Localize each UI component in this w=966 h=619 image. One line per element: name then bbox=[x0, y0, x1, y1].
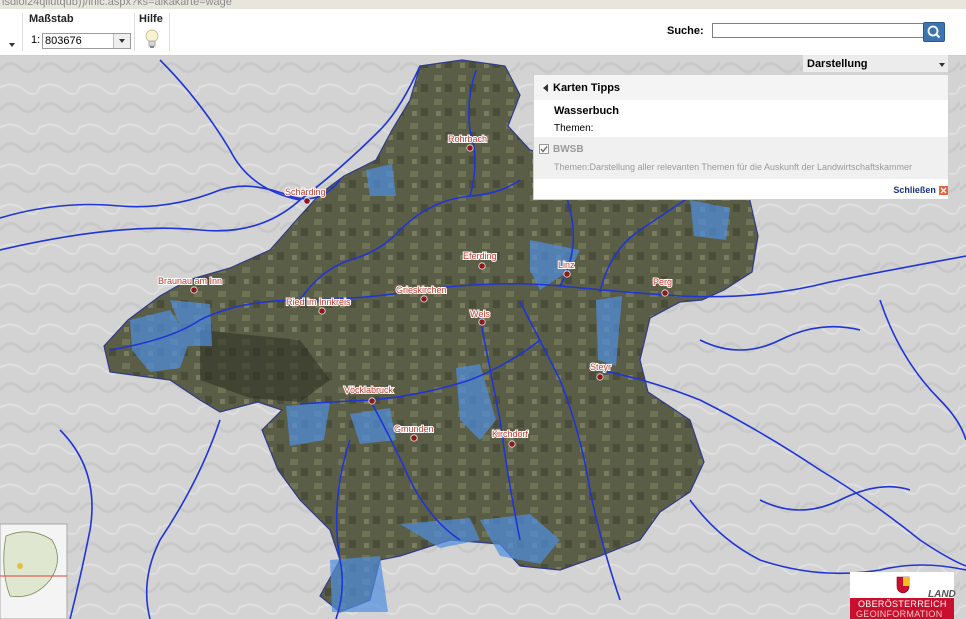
map-tips-header[interactable]: Karten Tipps bbox=[534, 75, 948, 100]
map-toolbar: Maßstab 1: Hilfe Suche: bbox=[0, 9, 966, 56]
checkbox-checked-icon[interactable] bbox=[539, 144, 549, 154]
layer-name: BWSB bbox=[553, 144, 584, 155]
place-label: Wels bbox=[470, 309, 490, 319]
land-ooe-logo: LAND OBERÖSTERREICH GEOINFORMATION bbox=[850, 572, 956, 619]
chevron-down-icon[interactable] bbox=[9, 43, 15, 47]
coat-of-arms-icon bbox=[896, 576, 910, 594]
scale-prefix: 1: bbox=[31, 34, 41, 46]
place-label: Rohrbach bbox=[448, 134, 487, 144]
darstellung-label: Darstellung bbox=[807, 58, 868, 70]
toolbar-divider bbox=[22, 13, 23, 51]
search-button[interactable] bbox=[923, 22, 945, 42]
scale-input[interactable] bbox=[44, 34, 114, 48]
map-tips-panel: Karten Tipps Wasserbuch Themen: BWSB The… bbox=[533, 74, 949, 200]
place-label: Linz bbox=[558, 260, 575, 270]
map-tips-title: Karten Tipps bbox=[553, 82, 621, 94]
place-label: Schärding bbox=[285, 187, 326, 197]
place-label: Braunau am Inn bbox=[158, 276, 222, 286]
search-input[interactable] bbox=[712, 23, 926, 38]
themen-label: Themen: bbox=[554, 123, 594, 134]
layer-description: Themen:Darstellung aller relevanten Them… bbox=[554, 162, 913, 172]
place-label: Vöcklabruck bbox=[344, 385, 394, 395]
place-label: Grieskirchen bbox=[396, 285, 447, 295]
url-text: isdlol24qilutqub))/inic.aspx?ks=alkakart… bbox=[2, 0, 232, 8]
close-link[interactable]: Schließen bbox=[893, 185, 948, 197]
close-icon[interactable] bbox=[939, 186, 948, 195]
address-bar: isdlol24qilutqub))/inic.aspx?ks=alkakart… bbox=[0, 0, 966, 9]
scale-title: Maßstab bbox=[29, 13, 74, 25]
search-icon bbox=[927, 25, 941, 39]
logo-line2: OBERÖSTERREICH bbox=[858, 599, 947, 609]
chevron-down-icon bbox=[119, 39, 125, 43]
inset-map bbox=[0, 523, 68, 619]
help-group: Hilfe bbox=[135, 9, 169, 55]
search-label: Suche: bbox=[667, 25, 704, 37]
caret-left-icon[interactable] bbox=[543, 84, 549, 92]
help-title: Hilfe bbox=[139, 13, 163, 25]
logo-red-band: OBERÖSTERREICH GEOINFORMATION bbox=[850, 598, 954, 619]
toolbar-divider bbox=[169, 13, 170, 51]
layer-row: BWSB Themen:Darstellung aller relevanten… bbox=[534, 137, 948, 179]
place-label: Perg bbox=[653, 277, 672, 287]
place-label: Gmunden bbox=[394, 424, 434, 434]
darstellung-panel-header[interactable]: Darstellung bbox=[803, 55, 948, 73]
place-label: Kirchdorf bbox=[492, 429, 529, 439]
layer-title: Wasserbuch bbox=[554, 105, 620, 117]
place-label: Eferding bbox=[463, 251, 497, 261]
logo-line3: GEOINFORMATION bbox=[856, 609, 943, 619]
place-label: Steyr bbox=[590, 362, 611, 372]
close-label: Schließen bbox=[893, 185, 936, 195]
scale-dropdown-button[interactable] bbox=[114, 34, 130, 48]
lightbulb-icon[interactable] bbox=[144, 28, 160, 50]
scale-select[interactable] bbox=[42, 33, 131, 49]
place-label: Ried im Innkreis bbox=[286, 297, 351, 307]
chevron-down-icon[interactable] bbox=[939, 63, 945, 67]
